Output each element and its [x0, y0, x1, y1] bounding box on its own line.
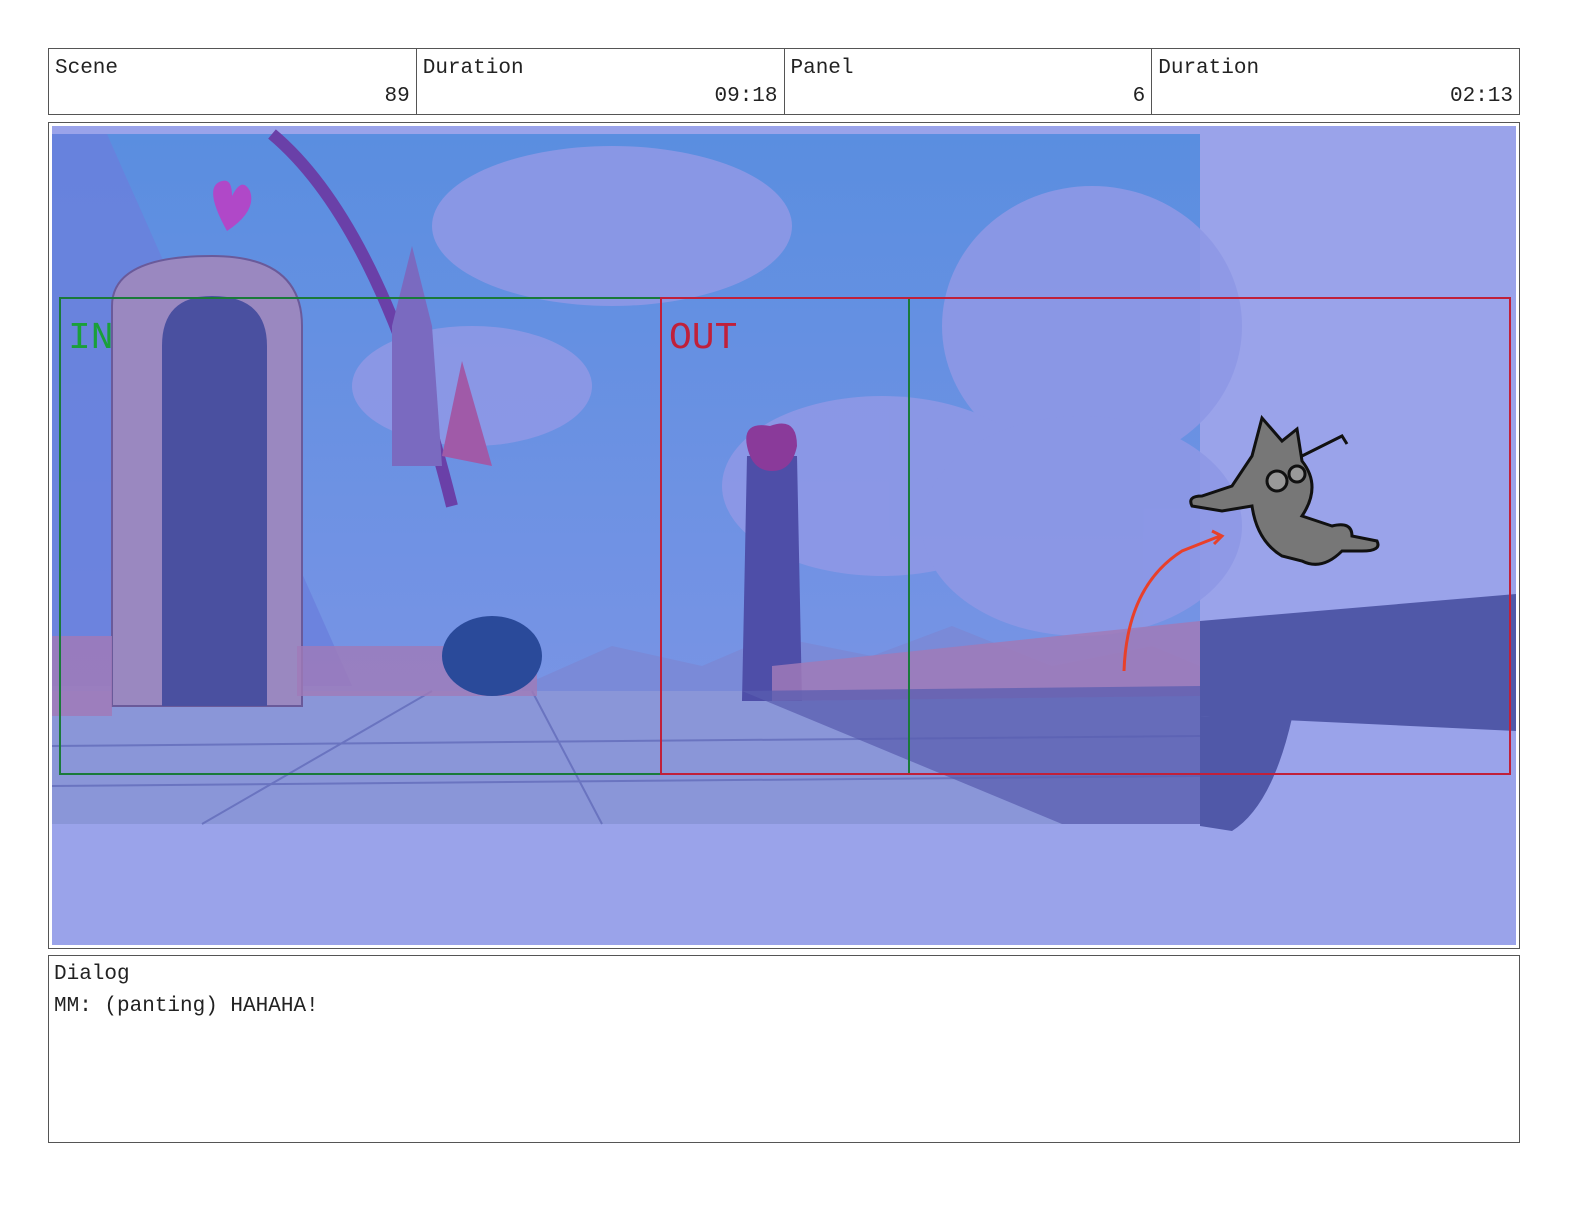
in-label: IN — [68, 317, 114, 360]
scene-label: Scene — [55, 57, 119, 80]
scene-duration-value: 09:18 — [714, 85, 778, 108]
dialog-text: MM: (panting) HAHAHA! — [54, 995, 319, 1018]
scene-duration-label: Duration — [422, 57, 524, 80]
background-art — [52, 129, 1242, 825]
panel-duration-value: 02:13 — [1449, 85, 1513, 108]
dialog-label: Dialog — [54, 963, 130, 986]
scene-value: 89 — [384, 85, 410, 108]
panel-label: Panel — [790, 57, 854, 80]
panel-value: 6 — [1132, 85, 1146, 108]
dialog-box: Dialog MM: (panting) HAHAHA! — [48, 955, 1520, 1143]
storyboard-drawing: IN OUT — [52, 126, 1516, 945]
panel-header: Scene 89 Duration 09:18 Panel 6 Duration… — [48, 48, 1520, 115]
scene-cell: Scene 89 — [49, 49, 417, 114]
panel-duration-cell: Duration 02:13 — [1152, 49, 1519, 114]
tree — [442, 616, 542, 696]
scene-duration-cell: Duration 09:18 — [417, 49, 785, 114]
out-label: OUT — [669, 317, 737, 360]
panel-duration-label: Duration — [1158, 57, 1260, 80]
panel-cell: Panel 6 — [785, 49, 1153, 114]
panel-frame: IN OUT — [48, 122, 1520, 949]
